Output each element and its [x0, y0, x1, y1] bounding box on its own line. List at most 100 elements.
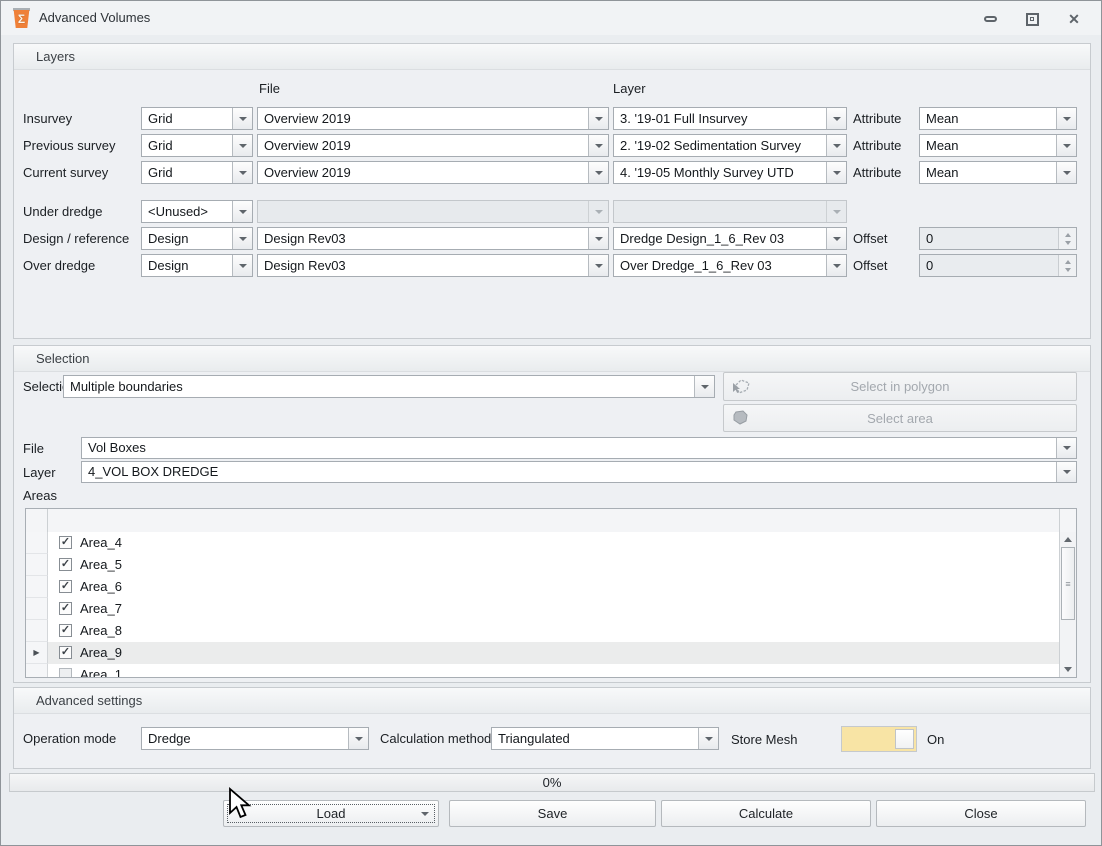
dropdown-button[interactable] [1056, 108, 1076, 129]
operation-mode-combo[interactable]: Dredge [141, 727, 369, 750]
previous-survey-file-combo[interactable]: Overview 2019 [257, 134, 609, 157]
calculate-button[interactable]: Calculate [661, 800, 871, 827]
dropdown-button[interactable] [826, 228, 846, 249]
dropdown-button[interactable] [588, 228, 608, 249]
dropdown-button[interactable] [232, 255, 252, 276]
dropdown-button[interactable] [232, 228, 252, 249]
area-row-current[interactable]: Area_9 [26, 642, 1059, 664]
area-checkbox[interactable] [59, 624, 72, 637]
area-checkbox[interactable] [59, 558, 72, 571]
minimize-button[interactable] [977, 10, 1003, 28]
select-in-polygon-button[interactable]: Select in polygon [723, 372, 1077, 401]
spinner-buttons[interactable] [1058, 255, 1076, 276]
design-reference-file-combo[interactable]: Design Rev03 [257, 227, 609, 250]
area-label: Area_1 [80, 664, 122, 678]
dropdown-button[interactable] [826, 135, 846, 156]
dropdown-button[interactable] [1056, 462, 1076, 482]
area-row[interactable]: Area_4 [26, 532, 1059, 554]
design-reference-offset-spinner[interactable]: 0 [919, 227, 1077, 250]
store-mesh-toggle[interactable] [841, 726, 917, 752]
select-area-button[interactable]: Select area [723, 404, 1077, 432]
calculation-method-combo[interactable]: Triangulated [491, 727, 719, 750]
current-survey-type-combo[interactable]: Grid [141, 161, 253, 184]
combo-value: Mean [920, 162, 1056, 183]
areas-scrollbar[interactable]: ≡ [1059, 532, 1076, 677]
layers-group-header: Layers [14, 44, 1090, 70]
over-dredge-type-combo[interactable]: Design [141, 254, 253, 277]
dropdown-button[interactable] [826, 108, 846, 129]
dropdown-button[interactable] [588, 255, 608, 276]
previous-survey-attribute-combo[interactable]: Mean [919, 134, 1077, 157]
area-checkbox[interactable] [59, 580, 72, 593]
combo-value: 4. '19-05 Monthly Survey UTD [614, 162, 826, 183]
area-checkbox[interactable] [59, 602, 72, 615]
area-row[interactable]: Area_1 [26, 664, 1059, 678]
advanced-volumes-dialog: Σ Advanced Volumes ✕ Layers File Layer I… [0, 0, 1102, 846]
dropdown-button[interactable] [1056, 162, 1076, 183]
dropdown-button[interactable] [698, 728, 718, 749]
design-reference-type-combo[interactable]: Design [141, 227, 253, 250]
design-reference-offset-label: Offset [853, 231, 887, 246]
dropdown-button[interactable] [588, 108, 608, 129]
combo-value: Overview 2019 [258, 108, 588, 129]
current-survey-layer-combo[interactable]: 4. '19-05 Monthly Survey UTD [613, 161, 847, 184]
area-row[interactable]: Area_5 [26, 554, 1059, 576]
area-row[interactable]: Area_7 [26, 598, 1059, 620]
under-dredge-type-combo[interactable]: <Unused> [141, 200, 253, 223]
scroll-up-button[interactable] [1060, 532, 1076, 547]
combo-value: Vol Boxes [82, 438, 1056, 458]
chevron-down-icon [595, 117, 603, 121]
dropdown-button[interactable] [1056, 135, 1076, 156]
close-dialog-button[interactable]: Close [876, 800, 1086, 827]
button-label: Select in polygon [752, 379, 1048, 394]
previous-survey-layer-combo[interactable]: 2. '19-02 Sedimentation Survey [613, 134, 847, 157]
chevron-down-icon [833, 171, 841, 175]
area-row[interactable]: Area_6 [26, 576, 1059, 598]
load-button[interactable]: Load [223, 800, 439, 827]
dropdown-button[interactable] [232, 162, 252, 183]
over-dredge-file-combo[interactable]: Design Rev03 [257, 254, 609, 277]
previous-survey-type-combo[interactable]: Grid [141, 134, 253, 157]
area-checkbox[interactable] [59, 646, 72, 659]
insurvey-file-combo[interactable]: Overview 2019 [257, 107, 609, 130]
insurvey-type-combo[interactable]: Grid [141, 107, 253, 130]
chevron-down-icon [595, 264, 603, 268]
current-survey-attribute-combo[interactable]: Mean [919, 161, 1077, 184]
dropdown-button[interactable] [588, 135, 608, 156]
dropdown-button[interactable] [232, 135, 252, 156]
dropdown-button[interactable] [694, 376, 714, 397]
dropdown-button[interactable] [588, 162, 608, 183]
app-sigma-bucket-icon: Σ [13, 8, 30, 28]
area-checkbox[interactable] [59, 668, 72, 678]
spinner-buttons[interactable] [1058, 228, 1076, 249]
dropdown-button [826, 201, 846, 222]
design-reference-layer-combo[interactable]: Dredge Design_1_6_Rev 03 [613, 227, 847, 250]
close-button[interactable]: ✕ [1061, 10, 1087, 28]
dropdown-button[interactable] [826, 255, 846, 276]
save-button[interactable]: Save [449, 800, 656, 827]
dropdown-button [588, 201, 608, 222]
insurvey-attribute-combo[interactable]: Mean [919, 107, 1077, 130]
file-column-header: File [259, 81, 280, 96]
dropdown-button[interactable] [826, 162, 846, 183]
under-dredge-label: Under dredge [23, 204, 103, 219]
dropdown-button[interactable] [1056, 438, 1076, 458]
scroll-down-button[interactable] [1060, 662, 1076, 677]
area-checkbox[interactable] [59, 536, 72, 549]
over-dredge-layer-combo[interactable]: Over Dredge_1_6_Rev 03 [613, 254, 847, 277]
dropdown-button[interactable] [232, 108, 252, 129]
current-survey-attribute-label: Attribute [853, 165, 901, 180]
scroll-thumb[interactable]: ≡ [1061, 547, 1075, 620]
dropdown-button[interactable] [232, 201, 252, 222]
insurvey-layer-combo[interactable]: 3. '19-01 Full Insurvey [613, 107, 847, 130]
current-survey-file-combo[interactable]: Overview 2019 [257, 161, 609, 184]
selection-combo[interactable]: Multiple boundaries [63, 375, 715, 398]
dropdown-button[interactable] [348, 728, 368, 749]
area-row[interactable]: Area_8 [26, 620, 1059, 642]
over-dredge-offset-spinner[interactable]: 0 [919, 254, 1077, 277]
maximize-button[interactable] [1019, 10, 1045, 28]
selection-layer-label: Layer [23, 465, 56, 480]
row-indicator-cell [26, 576, 48, 598]
selection-layer-combo[interactable]: 4_VOL BOX DREDGE [81, 461, 1077, 483]
selection-file-combo[interactable]: Vol Boxes [81, 437, 1077, 459]
